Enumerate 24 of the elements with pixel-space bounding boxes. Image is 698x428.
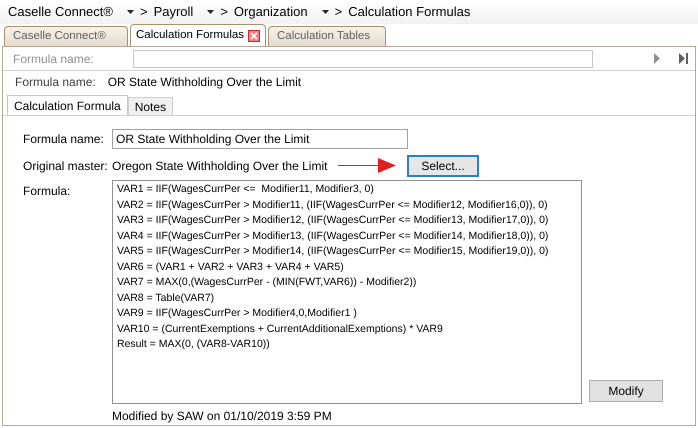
- modified-text: Modified by SAW on 01/10/2019 3:59 PM: [112, 408, 333, 425]
- breadcrumb-item[interactable]: Payroll: [154, 2, 194, 22]
- select-button[interactable]: Select...: [407, 155, 479, 177]
- field-label: Original master:: [23, 158, 109, 175]
- breadcrumb-item[interactable]: Caselle Connect®: [8, 2, 113, 22]
- separator-text: >: [140, 3, 148, 22]
- separator-text: >: [334, 3, 342, 22]
- tab[interactable]: Calculation Formula: [7, 95, 128, 115]
- field-label: Formula name:: [15, 74, 96, 91]
- formula-field[interactable]: VAR1 = IIF(WagesCurrPer <= Modifier11, Modifier3, 0) VAR2 = IIF(WagesCurrPer > Modifier11, (IIF(WagesCurrPer <= Modifier12, Modifier16,0)), 0) VAR3 = IIF(WagesCurrPer > Modifier12, (IIF(WagesCurrPer <= Modifier13, Modifier17,0)), 0) VAR4 = IIF(WagesCurrPer > Modifier13, (IIF(WagesCurrPer <= Modifier14, Modifier18,0)), 0) VAR5 = IIF(WagesCurrPer > Modifier14, (IIF(WagesCurrPer <= Modifier15, Modifier19,0)), 0) VAR6 = (VAR1 + VAR2 + VAR3 + VAR4 + VAR5) VAR7 = MAX(0,(WagesCurrPer - (MIN(FWT,VAR6)) - Modifier2)) VAR8 = Table(VAR7) VAR9 = IIF(WagesCurrPer > Modifier4,0,Modifier1 ) VAR10 = (CurrentExemptions + CurrentAdditionalExemptions) * VAR9 Result = MAX(0, (VAR8-VAR10)): [112, 180, 582, 404]
- modify-button[interactable]: Modify: [589, 380, 663, 402]
- formula-name-field[interactable]: OR State Withholding Over the Limit: [112, 129, 408, 149]
- master-text: Oregon State Withholding Over the Limit: [112, 158, 328, 175]
- breadcrumb-item[interactable]: Calculation Formulas: [348, 2, 470, 22]
- field-label: Formula:: [23, 183, 72, 200]
- tab[interactable]: Caselle Connect®: [4, 26, 128, 46]
- breadcrumb-item[interactable]: Organization: [234, 2, 308, 22]
- formula-name-text: OR State Withholding Over the Limit: [108, 74, 302, 91]
- search-label: Formula name:: [13, 50, 95, 68]
- tab[interactable]: Calculation Tables: [268, 26, 386, 46]
- tab[interactable]: Notes: [128, 97, 174, 115]
- tab[interactable]: Calculation Formulas: [130, 24, 266, 46]
- field-label: Formula name:: [23, 131, 105, 148]
- separator-text: >: [220, 3, 228, 22]
